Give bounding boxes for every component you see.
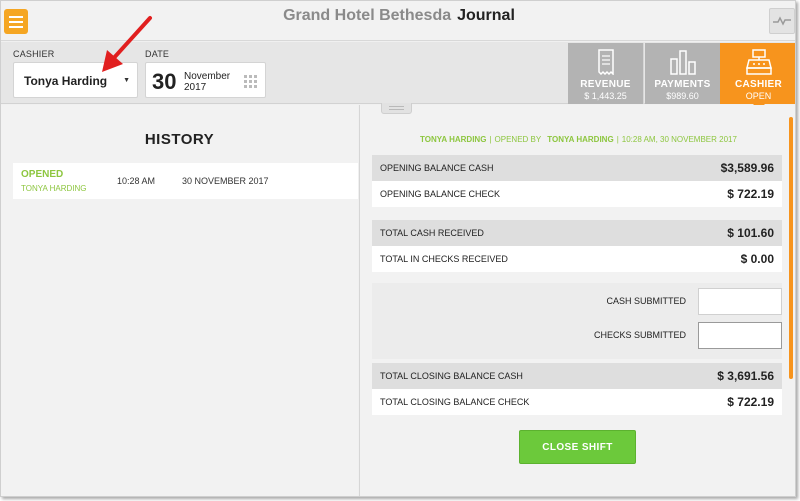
- tab-cashier-status: OPEN: [745, 91, 772, 101]
- shift-opened-info: TONYA HARDING | OPENED BY TONYA HARDING | 10…: [420, 135, 737, 144]
- tab-cashier-label: CASHIER: [734, 79, 783, 90]
- row-label: TOTAL IN CHECKS RECEIVED: [380, 254, 508, 264]
- tab-cashier[interactable]: CASHIER OPEN: [720, 43, 795, 104]
- journal-app-window: Grand Hotel Bethesda Journal CASHIER DATE…: [0, 0, 796, 497]
- opened-at: 10:28 AM, 30 NOVEMBER 2017: [621, 135, 737, 144]
- row-amount: $ 101.60: [727, 226, 774, 240]
- annotation-arrow-icon: [102, 16, 152, 72]
- shift-cashier-name: TONYA HARDING: [420, 135, 487, 144]
- receipt-icon: [596, 49, 616, 80]
- shift-detail-panel: TONYA HARDING | OPENED BY TONYA HARDING | 10…: [359, 103, 795, 496]
- checks-submitted-label: CHECKS SUBMITTED: [593, 330, 686, 340]
- date-month: November: [184, 71, 231, 82]
- total-closing-balance-cash-row: TOTAL CLOSING BALANCE CASH $ 3,691.56: [372, 363, 782, 389]
- row-label: TOTAL CASH RECEIVED: [380, 228, 484, 238]
- date-picker[interactable]: 30 November 2017: [145, 62, 266, 98]
- opened-by-label: OPENED BY: [494, 135, 542, 144]
- tab-revenue[interactable]: REVENUE $ 1,443.25: [568, 43, 644, 104]
- scrollbar[interactable]: [789, 117, 793, 379]
- tab-revenue-label: REVENUE: [580, 79, 631, 90]
- date-year: 2017: [184, 82, 207, 93]
- row-amount: $ 0.00: [740, 252, 774, 266]
- row-amount: $ 722.19: [727, 187, 774, 201]
- row-label: TOTAL CLOSING BALANCE CASH: [380, 371, 523, 381]
- journal-title: Journal: [457, 7, 515, 24]
- tab-payments-amount: $989.60: [666, 91, 699, 101]
- opened-by-name: TONYA HARDING: [547, 135, 614, 144]
- close-shift-button[interactable]: CLOSE SHIFT: [519, 430, 636, 464]
- total-checks-received-row: TOTAL IN CHECKS RECEIVED $ 0.00: [372, 246, 782, 272]
- total-closing-balance-check-row: TOTAL CLOSING BALANCE CHECK $ 722.19: [372, 389, 782, 415]
- history-panel: HISTORY OPENED TONYA HARDING 10:28 AM 30…: [1, 105, 358, 496]
- caret-down-icon: ▼: [123, 77, 130, 84]
- calendar-grid-icon[interactable]: [244, 75, 257, 88]
- opening-balance-cash-row: OPENING BALANCE CASH $3,589.96: [372, 155, 782, 181]
- row-amount: $3,589.96: [720, 161, 774, 175]
- history-row[interactable]: OPENED TONYA HARDING 10:28 AM 30 NOVEMBE…: [13, 163, 358, 199]
- pulse-line-icon[interactable]: [769, 8, 795, 34]
- submission-area: CASH SUBMITTED CHECKS SUBMITTED: [372, 283, 782, 359]
- row-label: OPENING BALANCE CASH: [380, 163, 494, 173]
- tab-payments[interactable]: PAYMENTS $989.60: [645, 43, 720, 104]
- cash-submitted-label: CASH SUBMITTED: [606, 296, 686, 306]
- history-date: 30 NOVEMBER 2017: [182, 176, 269, 186]
- cashier-dropdown-value: Tonya Harding: [24, 74, 108, 88]
- cash-register-icon: [745, 49, 773, 80]
- row-label: OPENING BALANCE CHECK: [380, 189, 501, 199]
- checks-submitted-input[interactable]: [698, 322, 782, 349]
- total-cash-received-row: TOTAL CASH RECEIVED $ 101.60: [372, 220, 782, 246]
- drag-handle-icon[interactable]: [381, 103, 412, 114]
- history-time: 10:28 AM: [117, 176, 156, 186]
- row-label: TOTAL CLOSING BALANCE CHECK: [380, 397, 530, 407]
- opening-balance-check-row: OPENING BALANCE CHECK $ 722.19: [372, 181, 782, 207]
- bar-chart-icon: [669, 49, 697, 80]
- tab-payments-label: PAYMENTS: [654, 79, 711, 90]
- row-amount: $ 3,691.56: [717, 369, 774, 383]
- tab-revenue-amount: $ 1,443.25: [584, 91, 627, 101]
- row-amount: $ 722.19: [727, 395, 774, 409]
- cash-submitted-input[interactable]: [698, 288, 782, 315]
- cashier-label: CASHIER: [13, 49, 55, 59]
- hotel-name: Grand Hotel Bethesda: [283, 7, 452, 24]
- history-title: HISTORY: [144, 131, 215, 148]
- history-cashier-name: TONYA HARDING: [21, 184, 87, 193]
- history-status: OPENED: [21, 169, 64, 180]
